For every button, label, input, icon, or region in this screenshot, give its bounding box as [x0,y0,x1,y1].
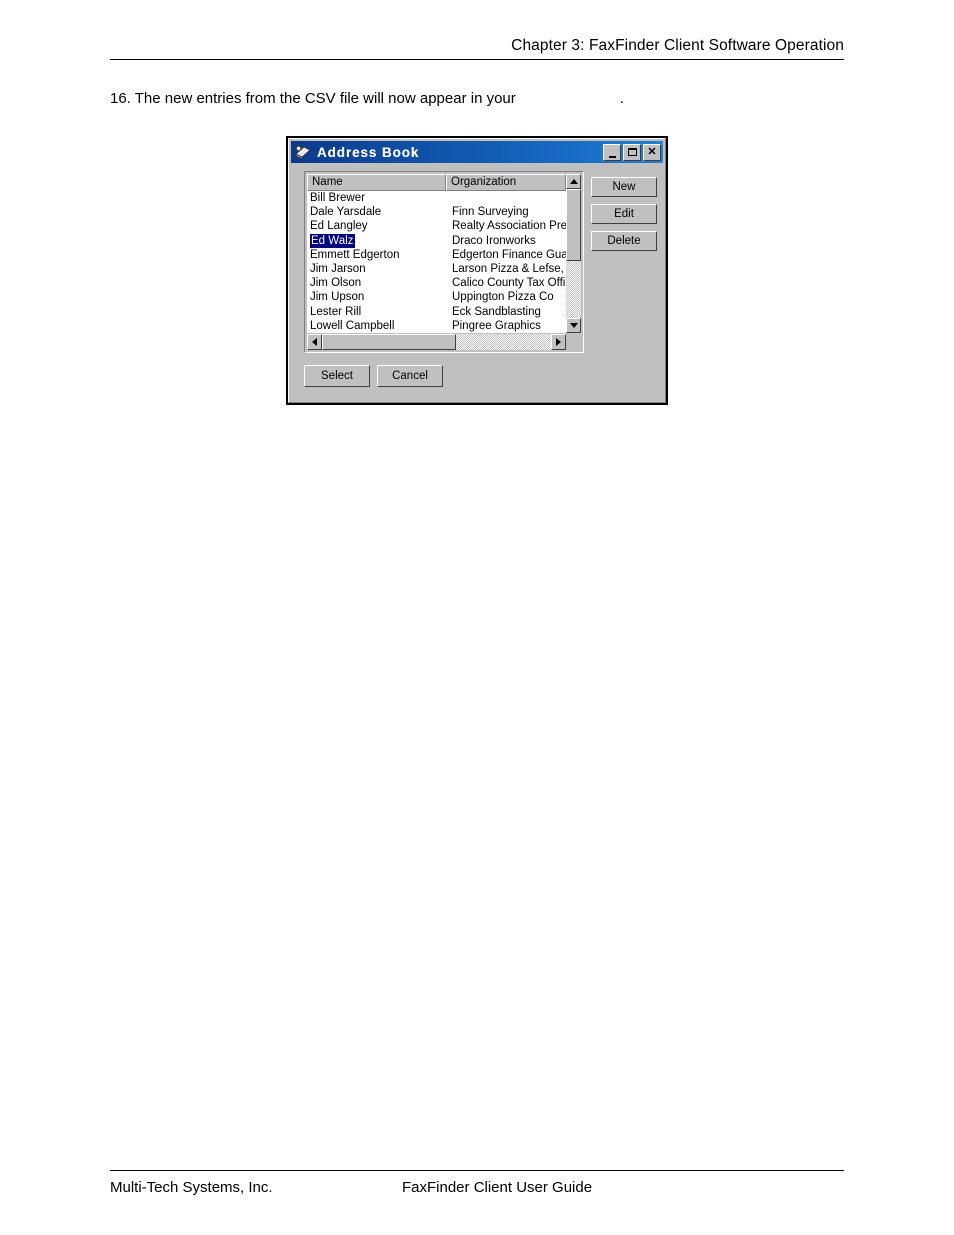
cell-organization: Finn Surveying [452,206,529,219]
table-row[interactable]: Jim Jarson Larson Pizza & Lefse, Inc [307,262,566,276]
horizontal-scroll-thumb[interactable] [322,334,456,350]
scroll-left-button[interactable] [307,334,322,350]
dialog-title: Address Book [317,144,420,160]
step-text: 16. The new entries from the CSV file wi… [110,90,516,107]
column-header-name[interactable]: Name [307,174,446,191]
document-page: Chapter 3: FaxFinder Client Software Ope… [0,0,954,1235]
close-button[interactable]: ✕ [643,143,661,161]
edit-button[interactable]: Edit [591,204,657,224]
minimize-icon [604,145,620,160]
table-row[interactable]: Jim Upson Uppington Pizza Co [307,290,566,304]
dialog-body: Address Book ✕ Name Organization Bill Br… [288,138,666,403]
cell-name: Emmett Edgerton [310,248,400,261]
minimize-button[interactable] [603,143,621,161]
footer-divider [110,1170,844,1171]
scroll-right-button[interactable] [551,334,566,350]
address-list[interactable]: Name Organization Bill Brewer Dale Yarsd… [307,174,581,350]
cell-organization: Eck Sandblasting [452,305,541,318]
list-header-row: Name Organization [307,174,581,191]
cell-organization: Realty Association Presid [452,220,566,233]
chevron-left-icon [312,338,317,346]
scroll-down-button[interactable] [566,318,581,333]
cell-name: Jim Upson [310,291,365,304]
scroll-up-button[interactable] [566,174,581,189]
table-row[interactable]: Bill Brewer [307,191,566,205]
cancel-button[interactable]: Cancel [377,365,443,387]
cell-name: Dale Yarsdale [310,206,382,219]
cell-name: Jim Jarson [310,262,366,275]
table-row-selected[interactable]: Ed Walz Draco Ironworks [307,233,566,248]
cell-organization: Calico County Tax Office [452,277,566,290]
delete-button[interactable]: Delete [591,231,657,251]
new-button[interactable]: New [591,177,657,197]
cell-organization: Larson Pizza & Lefse, Inc [452,262,566,275]
address-book-dialog: Address Book ✕ Name Organization Bill Br… [286,136,668,405]
chevron-down-icon [569,323,578,328]
chevron-up-icon [569,179,578,184]
table-row[interactable]: Ed Langley Realty Association Presid [307,219,566,233]
chevron-right-icon [556,338,561,346]
table-row[interactable]: Emmett Edgerton Edgerton Finance Guaran [307,248,566,262]
cell-organization: Pingree Graphics [452,319,541,332]
cell-organization: Edgerton Finance Guaran [452,248,566,261]
footer-company: Multi-Tech Systems, Inc. [110,1179,273,1196]
table-row[interactable]: Lester Rill Eck Sandblasting [307,305,566,319]
vertical-scroll-thumb[interactable] [566,189,581,261]
list-rows: Bill Brewer Dale Yarsdale Finn Surveying… [307,191,566,333]
cell-name: Ed Langley [310,220,368,233]
step-paragraph: 16. The new entries from the CSV file wi… [110,89,624,109]
running-header: Chapter 3: FaxFinder Client Software Ope… [110,36,844,60]
header-divider [110,59,844,60]
cell-name: Bill Brewer [310,192,365,204]
address-book-icon [295,144,311,160]
running-footer: Multi-Tech Systems, Inc. FaxFinder Clien… [110,1170,844,1198]
cell-name: Jim Olson [310,277,362,290]
window-controls: ✕ [603,143,661,161]
step-terminator: . [619,90,624,107]
maximize-icon [624,145,640,160]
close-icon: ✕ [647,145,657,158]
column-header-organization[interactable]: Organization [446,174,566,191]
vertical-scrollbar[interactable] [566,174,581,333]
table-row[interactable]: Dale Yarsdale Finn Surveying [307,205,566,219]
address-list-frame: Name Organization Bill Brewer Dale Yarsd… [304,171,584,353]
footer-document-title: FaxFinder Client User Guide [402,1179,593,1196]
cell-name: Ed Walz [310,233,356,248]
cell-name: Lowell Campbell [310,319,395,332]
table-row[interactable]: Jim Olson Calico County Tax Office [307,276,566,290]
footer-row: Multi-Tech Systems, Inc. FaxFinder Clien… [110,1178,844,1198]
cell-organization: Uppington Pizza Co [452,291,554,304]
table-row[interactable]: Lowell Campbell Pingree Graphics [307,319,566,333]
select-button[interactable]: Select [304,365,370,387]
horizontal-scrollbar[interactable] [307,334,581,350]
cell-organization: Draco Ironworks [452,234,536,247]
header-chapter-title: Chapter 3: FaxFinder Client Software Ope… [511,37,844,54]
dialog-titlebar: Address Book ✕ [291,141,663,163]
maximize-button[interactable] [623,143,641,161]
cell-name: Lester Rill [310,305,362,318]
